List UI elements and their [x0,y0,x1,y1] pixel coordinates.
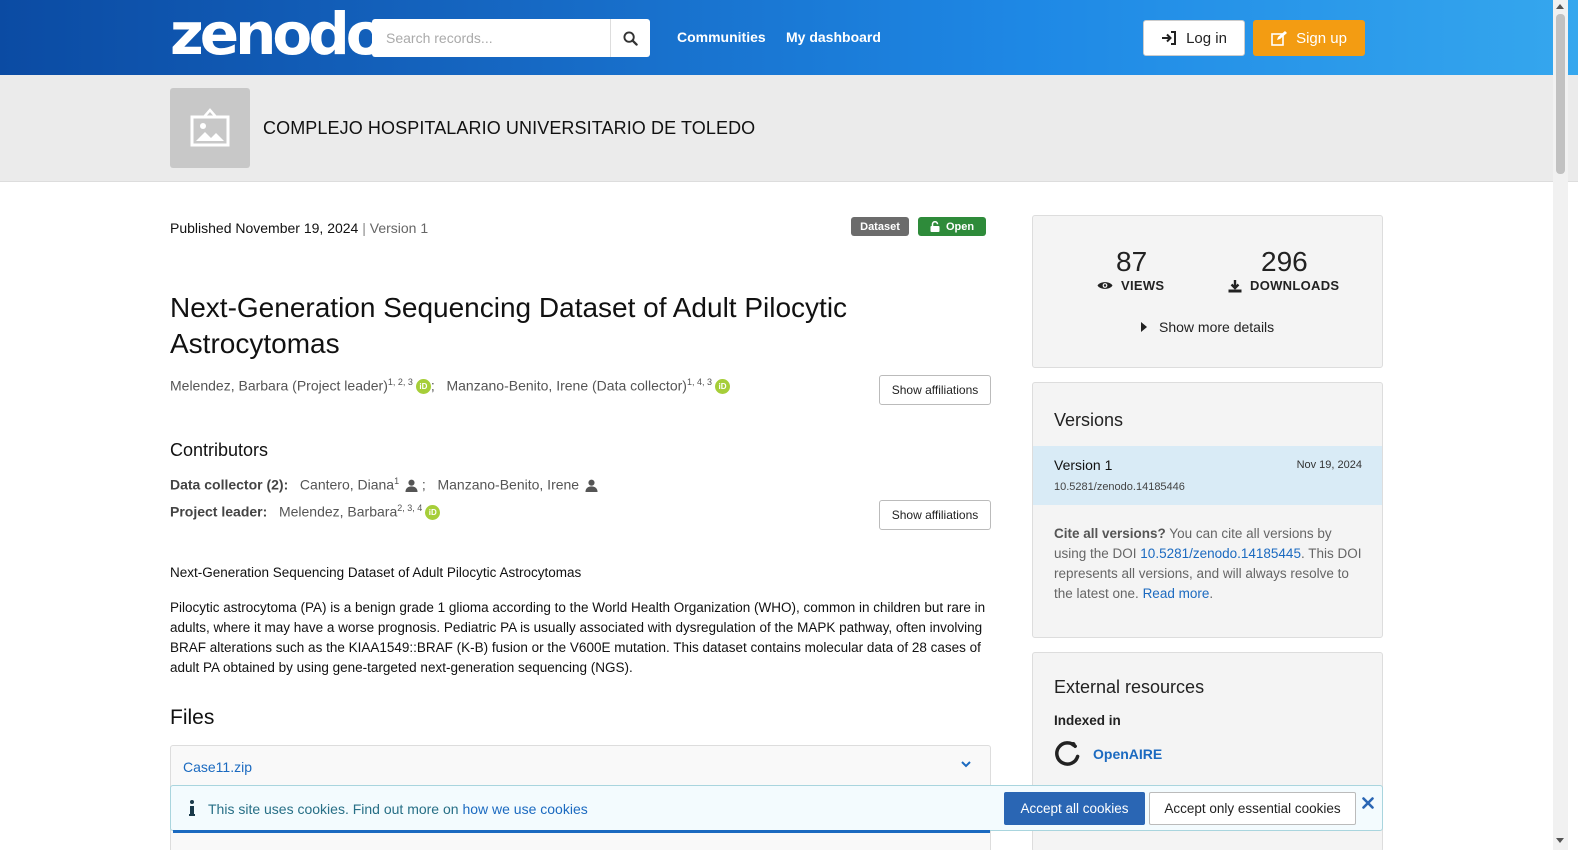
data-collector-row: Data collector (2): Cantero, Diana1 ; Ma… [170,476,598,493]
affiliation-sup: 2, 3, 4 [397,503,423,513]
cookie-message: This site uses cookies. Find out more on… [208,801,588,817]
separator: | [362,220,366,236]
creator-name[interactable]: Melendez, Barbara (Project leader) [170,378,388,394]
cite-all-versions: Cite all versions? You can cite all vers… [1054,524,1366,604]
contributor-name[interactable]: Melendez, Barbara [279,504,397,520]
zenodo-logo[interactable]: zenodo [170,4,386,64]
user-icon [405,480,418,493]
version-item[interactable]: Version 1 10.5281/zenodo.14185446 Nov 19… [1033,446,1382,505]
read-more-link[interactable]: Read more [1143,586,1210,601]
contributor-name[interactable]: Cantero, Diana [300,477,394,493]
description-title: Next-Generation Sequencing Dataset of Ad… [170,565,582,580]
login-button[interactable]: Log in [1143,20,1245,56]
accept-all-cookies-button[interactable]: Accept all cookies [1004,792,1145,825]
orcid-icon[interactable]: iD [714,379,730,395]
image-placeholder-icon [190,108,230,147]
close-icon[interactable] [1362,797,1374,809]
affiliation-sup: 1 [394,476,400,486]
versions-panel: Versions Version 1 10.5281/zenodo.141854… [1032,382,1383,638]
access-text: Open [945,220,975,233]
download-icon [1228,279,1242,292]
access-badge: Open [918,217,986,236]
files-heading: Files [170,706,215,729]
views-count: 87 [1116,246,1148,277]
community-logo[interactable] [170,88,250,168]
nav-communities[interactable]: Communities [677,29,766,45]
community-name[interactable]: COMPLEJO HOSPITALARIO UNIVERSITARIO DE T… [263,118,755,139]
sign-in-icon [1162,31,1177,45]
version-date: Nov 19, 2024 [1296,459,1362,471]
published-date: Published November 19, 2024 [170,220,359,236]
login-label: Log in [1186,29,1227,47]
downloads-label-text: DOWNLOADS [1250,278,1340,293]
nav-my-dashboard[interactable]: My dashboard [786,29,881,45]
external-resources-heading: External resources [1054,677,1205,697]
search-input[interactable] [372,19,610,57]
resource-type-text: Dataset [860,220,900,233]
record-title: Next-Generation Sequencing Dataset of Ad… [170,292,848,359]
search-button[interactable] [610,19,650,57]
show-more-text: Show more details [1159,319,1275,335]
orcid-icon[interactable]: iD [425,505,441,521]
publication-info: Published November 19, 2024 | Version 1 [170,220,428,236]
downloads-label: DOWNLOADS [1228,278,1339,293]
unlock-icon [930,221,940,232]
page-scrollbar[interactable] [1553,0,1568,850]
views-label: VIEWS [1097,278,1164,293]
project-leader-label: Project leader: [170,503,268,520]
resource-type-badge: Dataset [851,217,909,236]
cookie-text: This site uses cookies. Find out more on [208,801,463,817]
project-leader-row: Project leader: Melendez, Barbara2, 3, 4… [170,503,441,521]
concept-doi-link[interactable]: 10.5281/zenodo.14185445 [1140,546,1301,561]
edit-icon [1271,30,1288,46]
caret-right-icon [1141,322,1147,332]
signup-label: Sign up [1296,29,1347,47]
views-label-text: VIEWS [1121,278,1165,293]
openaire-logo-icon [1055,741,1080,766]
show-contributor-affiliations-button[interactable]: Show affiliations [879,500,991,530]
scroll-up-arrow-icon[interactable] [1556,4,1564,9]
version-doi: 10.5281/zenodo.14185446 [1054,481,1185,493]
versions-heading: Versions [1054,410,1124,430]
eye-icon [1097,282,1113,289]
version-label: Version 1 [369,220,429,236]
user-icon [585,480,598,493]
cite-bold: Cite all versions? [1054,526,1166,541]
cookie-progress-line [173,830,990,833]
cite-end: . [1209,586,1214,601]
affiliation-sup: 1, 2, 3 [387,377,413,387]
indexed-in-label: Indexed in [1054,713,1121,728]
search-bar [372,19,650,57]
chevron-down-icon[interactable] [960,758,972,770]
accept-essential-cookies-button[interactable]: Accept only essential cookies [1149,792,1356,825]
top-navbar: zenodo Communities My dashboard Log in S… [0,0,1578,75]
scrollbar-thumb[interactable] [1556,14,1565,174]
signup-button[interactable]: Sign up [1253,20,1365,56]
stats-panel: 87 VIEWS 296 DOWNLOADS Show more details [1032,215,1383,368]
file-name-link[interactable]: Case11.zip [183,759,252,775]
show-more-details-toggle[interactable]: Show more details [1141,319,1274,335]
openaire-link[interactable]: OpenAIRE [1054,740,1162,767]
contributors-heading: Contributors [170,440,269,460]
openaire-text: OpenAIRE [1093,745,1163,762]
orcid-icon[interactable]: iD [415,379,431,395]
contributor-name[interactable]: Manzano-Benito, Irene [437,477,579,493]
creator-name[interactable]: Manzano-Benito, Irene (Data collector) [446,378,686,394]
community-header: COMPLEJO HOSPITALARIO UNIVERSITARIO DE T… [0,75,1578,182]
cookie-banner: This site uses cookies. Find out more on… [170,785,1383,833]
affiliation-sup: 1, 4, 3 [686,377,712,387]
info-icon [189,800,195,816]
scroll-down-arrow-icon[interactable] [1556,838,1564,843]
description-text: Pilocytic astrocytoma (PA) is a benign g… [170,600,986,675]
cookie-policy-link[interactable]: how we use cookies [462,801,587,817]
data-collector-label: Data collector (2): [170,476,289,493]
downloads-count: 296 [1261,246,1308,277]
version-name: Version 1 [1054,457,1113,473]
search-icon [623,30,638,46]
show-affiliations-button[interactable]: Show affiliations [879,375,991,405]
creators-list: Melendez, Barbara (Project leader)1, 2, … [170,377,730,395]
